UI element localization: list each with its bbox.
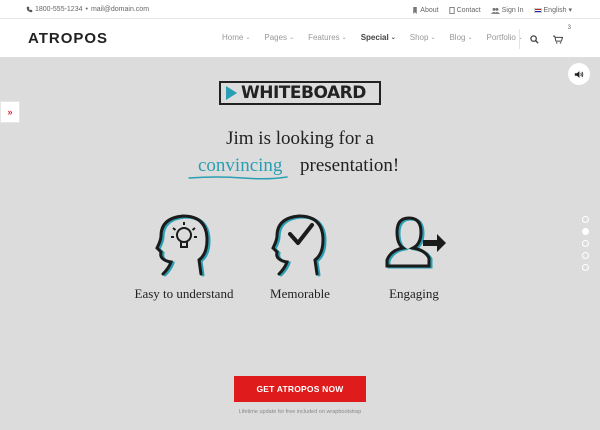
slider-dot[interactable]: [582, 216, 589, 223]
phone-icon: [26, 6, 33, 13]
signin-label: Sign In: [501, 6, 524, 14]
language-selector[interactable]: English ▾: [533, 6, 572, 14]
hand-drawn-underline: [188, 176, 288, 180]
menu-label: Special: [360, 33, 389, 42]
contact-label: Contact: [456, 6, 481, 14]
cart-button[interactable]: 3: [548, 25, 571, 49]
slider-dot[interactable]: [582, 264, 589, 271]
head-lightbulb-icon: [155, 214, 211, 277]
chevron-down-icon: ⌄: [430, 35, 436, 41]
chevron-down-icon: ⌄: [390, 35, 396, 41]
slider-dot[interactable]: [582, 240, 589, 247]
menu-label: Home: [222, 33, 244, 42]
main-menu: Home ⌄ Pages ⌄ Features ⌄ Special ⌄ Shop ⌄ Bl…: [222, 33, 537, 42]
menu-item-portfolio[interactable]: Portfolio ⌄: [487, 33, 523, 42]
nav-divider: [519, 29, 520, 49]
menu-label: Pages: [264, 33, 288, 42]
chevron-down-icon: ⌄: [289, 35, 295, 41]
sound-toggle-button[interactable]: [568, 63, 590, 85]
slider-pagination: [582, 216, 589, 271]
menu-item-blog[interactable]: Blog ⌄: [449, 33, 472, 42]
chevron-down-icon: ⌄: [245, 35, 251, 41]
feature-easy-to-understand: Easy to understand: [119, 210, 249, 302]
side-panel-toggle[interactable]: »: [0, 101, 20, 123]
main-navbar: ATROPOS Home ⌄ Pages ⌄ Features ⌄ Special ⌄ …: [0, 19, 600, 58]
contact-icon: [448, 6, 455, 14]
users-icon: [490, 7, 500, 14]
search-icon: [529, 34, 539, 44]
menu-item-home[interactable]: Home ⌄: [222, 33, 250, 42]
hero-tagline-line1: Jim is looking for a: [226, 128, 374, 149]
slider-dot[interactable]: [582, 252, 589, 259]
cta-note: Lifetime update for free included on wra…: [238, 409, 362, 415]
speaker-icon: [574, 70, 584, 78]
chevron-down-icon: ⌄: [341, 35, 347, 41]
whiteboard-logo: WHITEBOARD: [219, 81, 381, 105]
feature-memorable: Memorable: [235, 210, 365, 302]
email-address[interactable]: mail@domain.com: [91, 6, 149, 13]
cart-icon: [553, 35, 563, 44]
language-label: English: [543, 6, 567, 14]
menu-item-special[interactable]: Special ⌄: [361, 33, 396, 42]
feature-label: Easy to understand: [134, 286, 234, 301]
search-button[interactable]: [524, 29, 544, 49]
menu-item-features[interactable]: Features ⌄: [308, 33, 347, 42]
flag-icon: [533, 7, 542, 13]
feature-label: Engaging: [389, 286, 439, 301]
menu-item-pages[interactable]: Pages ⌄: [264, 33, 294, 42]
topbar-separator: •: [85, 6, 88, 13]
whiteboard-logo-text: WHITEBOARD: [241, 83, 366, 103]
menu-label: Features: [308, 33, 340, 42]
menu-label: Shop: [409, 33, 429, 42]
menu-label: Portfolio: [486, 33, 516, 42]
chevron-down-icon: ▾: [568, 7, 572, 14]
menu-item-shop[interactable]: Shop ⌄: [410, 33, 436, 42]
site-logo[interactable]: ATROPOS: [28, 30, 108, 47]
cart-count-badge: 3: [567, 25, 571, 31]
bookmark-icon: [413, 6, 418, 14]
person-arrow-icon: [385, 216, 446, 269]
hero-highlight-word: convincing: [198, 155, 283, 176]
play-icon: [226, 86, 237, 100]
phone-info: 1800-555-1234: [26, 6, 83, 13]
about-link[interactable]: About: [412, 6, 439, 14]
get-atropos-button[interactable]: GET ATROPOS NOW: [234, 376, 366, 402]
menu-label: Blog: [449, 33, 466, 42]
contact-link[interactable]: Contact: [448, 6, 481, 14]
slider-dot-active[interactable]: [582, 228, 589, 235]
head-checkmark-icon: [271, 214, 327, 277]
about-label: About: [420, 6, 439, 14]
double-chevron-right-icon: »: [7, 107, 13, 117]
chevron-down-icon: ⌄: [467, 35, 473, 41]
top-bar: 1800-555-1234 • mail@domain.com About Co…: [0, 0, 600, 19]
feature-engaging: Engaging: [349, 210, 479, 302]
feature-label: Memorable: [270, 286, 330, 301]
phone-number: 1800-555-1234: [35, 6, 83, 13]
hero-tagline-line2: presentation!: [300, 155, 400, 176]
signin-link[interactable]: Sign In: [490, 6, 524, 14]
